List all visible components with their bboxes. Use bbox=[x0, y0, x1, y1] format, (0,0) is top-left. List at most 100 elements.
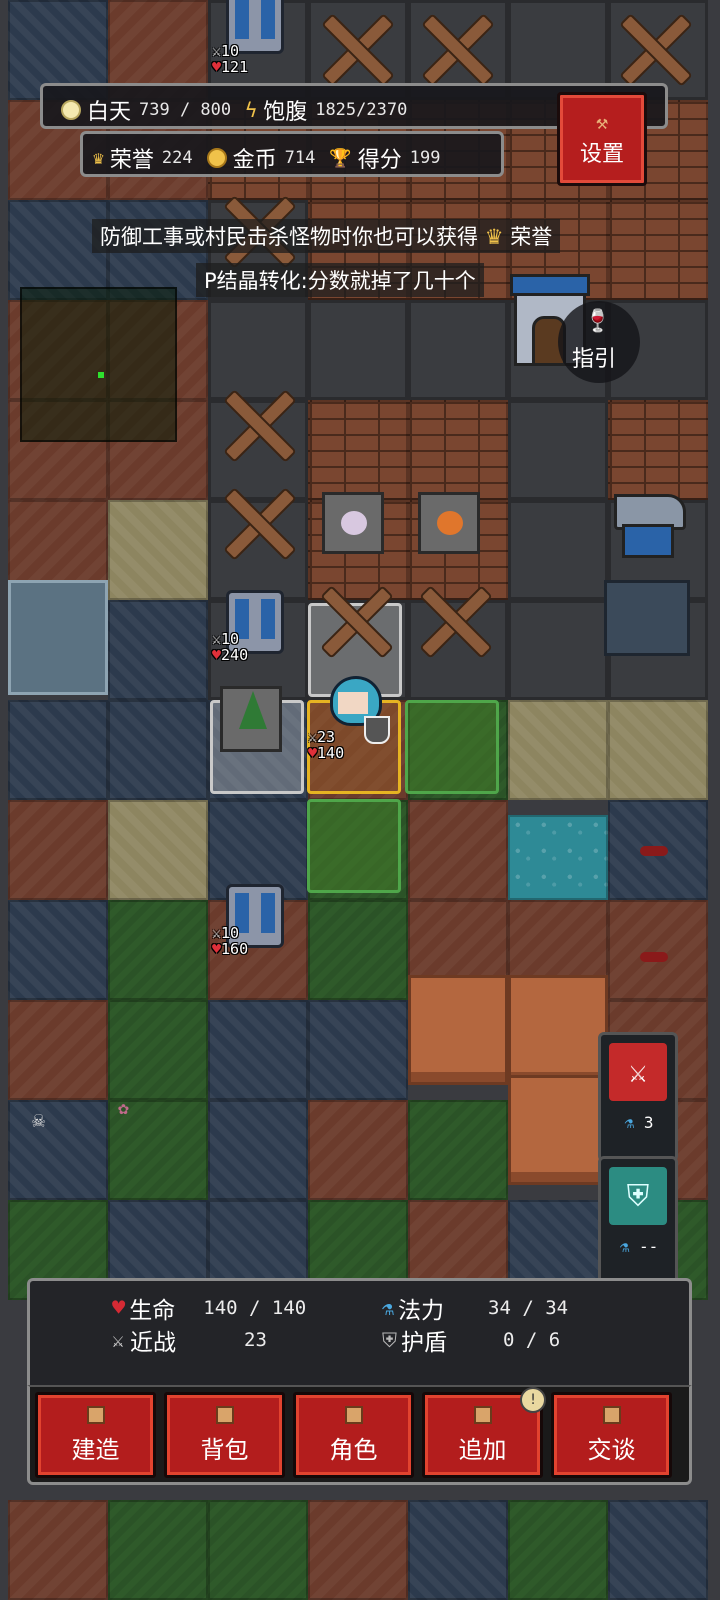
knight-unit[interactable]: ⚔10 ♥160 bbox=[212, 878, 292, 958]
barricade-icon[interactable] bbox=[216, 482, 296, 562]
map-tile[interactable] bbox=[108, 700, 208, 800]
flower-icon: ✿ bbox=[118, 1098, 129, 1119]
skull-icon: ☠ bbox=[32, 1108, 46, 1133]
player-health-value: 140 bbox=[317, 744, 345, 762]
player-health: ♥140 bbox=[308, 746, 344, 761]
sword-skill-icon: ⚔ bbox=[609, 1043, 667, 1101]
clay-block[interactable] bbox=[408, 975, 508, 1085]
map-tile[interactable] bbox=[108, 500, 208, 600]
speech-icon bbox=[602, 1405, 621, 1424]
map-tile[interactable] bbox=[308, 900, 408, 1000]
mana-potion-icon: ⚗ bbox=[624, 1113, 635, 1132]
map-tile[interactable] bbox=[508, 500, 608, 600]
heart-icon: ♥ bbox=[308, 744, 318, 762]
map-tile[interactable] bbox=[208, 1000, 308, 1100]
stat-melee-value: 23 bbox=[244, 1329, 267, 1351]
minimap[interactable] bbox=[20, 287, 177, 442]
character-button[interactable]: 角色 bbox=[293, 1392, 414, 1478]
stat-mana: ⚗ 法力 34 / 34 bbox=[382, 1291, 568, 1325]
stat-melee: ⚔ 近战 23 bbox=[112, 1323, 267, 1357]
spike-trap-icon[interactable] bbox=[604, 580, 690, 656]
build-button[interactable]: 建造 bbox=[35, 1392, 156, 1478]
map-tile[interactable] bbox=[408, 300, 508, 400]
map-tile[interactable] bbox=[8, 1500, 108, 1600]
barricade-icon[interactable] bbox=[414, 8, 494, 88]
stat-health: ♥ 生命 140 / 140 bbox=[112, 1291, 306, 1325]
skill-slot[interactable]: ⛨ ⚗ -- bbox=[598, 1156, 678, 1286]
map-tile[interactable] bbox=[108, 900, 208, 1000]
talk-button[interactable]: 交谈 bbox=[551, 1392, 672, 1478]
pumpkin-planter-icon[interactable] bbox=[418, 492, 480, 554]
barricade-icon[interactable] bbox=[314, 8, 394, 88]
map-tile[interactable] bbox=[308, 300, 408, 400]
barricade-icon[interactable] bbox=[612, 8, 692, 88]
water-tile[interactable] bbox=[508, 815, 608, 900]
ice-block[interactable] bbox=[8, 580, 108, 695]
settings-button[interactable]: ⚒ 设置 bbox=[557, 92, 647, 186]
shield-icon bbox=[364, 716, 390, 744]
crown-icon: ♛ bbox=[93, 147, 104, 169]
stat-shield-label: 护盾 bbox=[401, 1330, 447, 1356]
map-tile[interactable] bbox=[208, 1500, 308, 1600]
settings-label: 设置 bbox=[579, 142, 624, 167]
skill-slot[interactable]: ⚔ ⚗ 3 bbox=[598, 1032, 678, 1162]
guide-button[interactable]: 🍷 指引 bbox=[558, 301, 640, 383]
knight-unit[interactable]: ⚔10 ♥240 bbox=[212, 584, 292, 664]
map-tile[interactable] bbox=[308, 400, 408, 500]
map-tile[interactable] bbox=[608, 900, 708, 1000]
hammer-icon: ⚒ bbox=[595, 110, 609, 134]
map-tile[interactable] bbox=[508, 700, 608, 800]
map-tile[interactable] bbox=[8, 1100, 108, 1200]
map-tile[interactable] bbox=[408, 1500, 508, 1600]
map-tile[interactable] bbox=[108, 1500, 208, 1600]
map-tile[interactable] bbox=[408, 400, 508, 500]
backpack-label: 背包 bbox=[200, 1435, 249, 1464]
turnip-icon bbox=[341, 511, 367, 535]
stat-mana-label: 法力 bbox=[398, 1298, 445, 1324]
map-tile[interactable] bbox=[608, 200, 708, 300]
map-tile[interactable] bbox=[8, 700, 108, 800]
move-tile[interactable] bbox=[405, 700, 499, 794]
move-tile[interactable] bbox=[307, 799, 401, 893]
score-value: 199 bbox=[409, 148, 441, 168]
map-tile[interactable] bbox=[308, 1000, 408, 1100]
add-button[interactable]: 追加 ! bbox=[422, 1387, 546, 1478]
tree-planter-icon[interactable] bbox=[220, 686, 282, 752]
map-tile[interactable] bbox=[608, 1500, 708, 1600]
map-tile[interactable] bbox=[8, 1000, 108, 1100]
map-tile[interactable] bbox=[8, 800, 108, 900]
map-tile[interactable] bbox=[308, 1500, 408, 1600]
map-tile[interactable] bbox=[508, 600, 608, 700]
barricade-icon[interactable] bbox=[313, 580, 393, 660]
clay-block[interactable] bbox=[508, 1075, 608, 1185]
map-tile[interactable] bbox=[8, 900, 108, 1000]
map-tile[interactable] bbox=[108, 800, 208, 900]
satiety-label: 饱腹 bbox=[263, 100, 308, 125]
map-tile[interactable] bbox=[508, 1500, 608, 1600]
map-tile[interactable] bbox=[108, 600, 208, 700]
barricade-icon[interactable] bbox=[216, 384, 296, 464]
honor-label: 荣誉 bbox=[109, 148, 154, 173]
anvil-icon[interactable] bbox=[610, 490, 686, 558]
player-character[interactable]: ⚔23 ♥140 bbox=[308, 672, 394, 768]
backpack-button[interactable]: 背包 bbox=[164, 1392, 285, 1478]
stat-mana-value: 34 / 34 bbox=[488, 1297, 569, 1319]
add-label: 追加 bbox=[458, 1435, 507, 1464]
skill-mana-value: 3 bbox=[643, 1113, 654, 1132]
map-tile[interactable] bbox=[108, 1000, 208, 1100]
map-tile[interactable] bbox=[308, 1100, 408, 1200]
map-tile[interactable] bbox=[408, 1100, 508, 1200]
turnip-planter-icon[interactable] bbox=[322, 492, 384, 554]
gold-label: 金币 bbox=[232, 148, 277, 173]
map-tile[interactable] bbox=[608, 700, 708, 800]
heart-icon: ♥ bbox=[212, 58, 222, 76]
knight-unit[interactable]: ⚔10 ♥121 bbox=[212, 0, 292, 80]
map-tile[interactable] bbox=[408, 800, 508, 900]
unit-health: ♥160 bbox=[212, 942, 248, 957]
action-bar: 建造 背包 角色 追加 ! 交谈 bbox=[27, 1385, 692, 1485]
map-tile[interactable] bbox=[508, 400, 608, 500]
map-tile[interactable] bbox=[608, 400, 708, 500]
map-tile[interactable] bbox=[208, 1100, 308, 1200]
barricade-icon[interactable] bbox=[412, 580, 492, 660]
clay-block[interactable] bbox=[508, 975, 608, 1085]
